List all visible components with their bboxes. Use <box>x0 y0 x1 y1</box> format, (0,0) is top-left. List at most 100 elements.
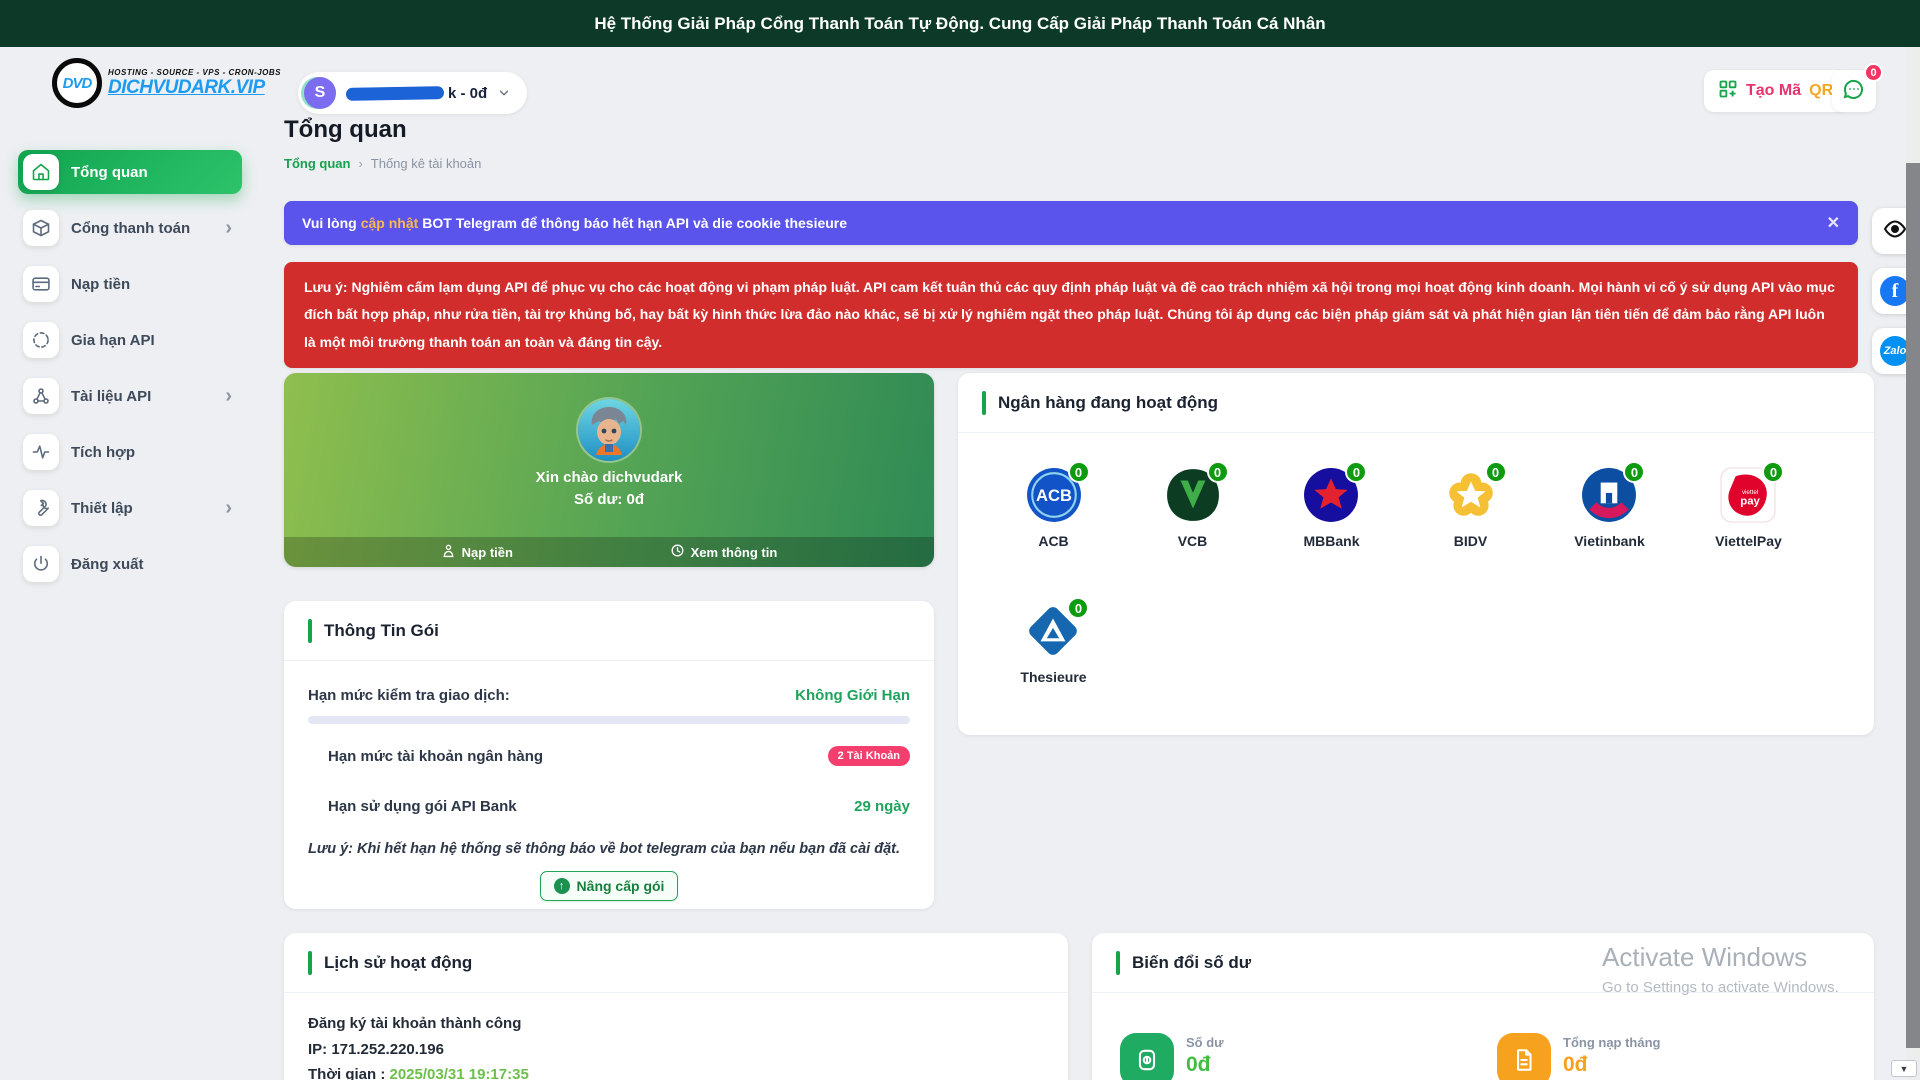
stat-label: Số dư <box>1186 1035 1224 1050</box>
sidebar-item-label: Tổng quan <box>71 164 148 181</box>
sidebar-item-gia-han-api[interactable]: Gia hạn API <box>18 318 242 362</box>
stat-monthly-deposit: Tổng nạp tháng 0đ <box>1497 1033 1874 1080</box>
bank-count-badge: 0 <box>1067 597 1089 619</box>
vcb-logo-icon <box>1165 510 1221 527</box>
sidebar-item-label: Cổng thanh toán <box>71 220 190 237</box>
bank-name: Vietinbank <box>1574 533 1645 549</box>
qr-label-1: Tạo Mã <box>1746 82 1801 100</box>
limit-check-value: Không Giới Hạn <box>795 687 910 704</box>
announcement-text: Hệ Thống Giải Pháp Cổng Thanh Toán Tự Độ… <box>594 14 1325 34</box>
telegram-alert: Vui lòng cập nhật BOT Telegram để thông … <box>284 201 1858 245</box>
active-banks-panel: Ngân hàng đang hoạt động ACB 0 ACB 0 <box>958 373 1874 735</box>
user-avatar-image <box>578 399 640 461</box>
document-icon <box>1497 1033 1551 1080</box>
thesieure-logo-icon <box>1025 646 1081 663</box>
chat-button[interactable]: 0 <box>1832 70 1876 112</box>
sidebar-item-label: Tài liệu API <box>71 388 151 405</box>
sidebar-item-thiet-lap[interactable]: Thiết lập › <box>18 486 242 530</box>
bank-name: Thesieure <box>1020 669 1086 685</box>
home-icon <box>23 154 59 190</box>
page-title: Tổng quan <box>284 116 407 144</box>
welcome-actions: Nạp tiền Xem thông tin <box>284 537 934 567</box>
censored-username <box>346 86 444 101</box>
sidebar-item-tong-quan[interactable]: Tổng quan <box>18 150 242 194</box>
package-note: Lưu ý: Khi hết hạn hệ thống sẽ thông báo… <box>308 841 910 857</box>
breadcrumb-current: Thống kê tài khoản <box>371 156 482 171</box>
logo-tagline: HOSTING - SOURCE - VPS - CRON-JOBS <box>108 68 281 77</box>
bank-item-vietinbank[interactable]: 0 Vietinbank <box>1574 467 1645 549</box>
brand-logo[interactable]: DVD HOSTING - SOURCE - VPS - CRON-JOBS D… <box>52 58 281 108</box>
bank-count-badge: 0 <box>1345 461 1367 483</box>
bank-item-acb[interactable]: ACB 0 ACB <box>1026 467 1082 549</box>
activity-ip: IP: 171.252.220.196 <box>308 1041 1044 1058</box>
close-icon[interactable]: ✕ <box>1827 213 1840 233</box>
telegram-alert-suffix: BOT Telegram để thông báo hết hạn API và… <box>422 215 847 231</box>
power-icon <box>23 546 59 582</box>
upgrade-package-button[interactable]: ↑ Nâng cấp gói <box>540 871 679 901</box>
stat-value: 0đ <box>1563 1053 1660 1077</box>
sidebar-item-label: Nạp tiền <box>71 276 130 293</box>
sidebar-item-label: Đăng xuất <box>71 556 144 573</box>
activity-message: Đăng ký tài khoản thành công <box>308 1015 1044 1032</box>
bank-item-thesieure[interactable]: 0 Thesieure <box>1020 603 1086 685</box>
bank-item-viettelpay[interactable]: viettelpay 0 ViettelPay <box>1715 467 1782 549</box>
deposit-button[interactable]: Nạp tiền <box>441 543 513 561</box>
account-selector[interactable]: S k - 0đ <box>298 72 527 114</box>
sidebar-item-nap-tien[interactable]: Nạp tiền <box>18 262 242 306</box>
bank-name: VCB <box>1178 533 1208 549</box>
api-warning-alert: Lưu ý: Nghiêm cấm lạm dụng API để phục v… <box>284 262 1858 368</box>
welcome-balance: Số dư: 0đ <box>284 491 934 508</box>
upgrade-label: Nâng cấp gói <box>577 878 665 894</box>
bank-item-bidv[interactable]: 0 BIDV <box>1443 467 1499 549</box>
chevron-right-icon: › <box>225 218 232 238</box>
activity-entry: Đăng ký tài khoản thành công IP: 171.252… <box>284 993 1068 1080</box>
qr-icon <box>1718 79 1738 104</box>
sidebar-item-tich-hop[interactable]: Tích hợp <box>18 430 242 474</box>
scrollbar-thumb[interactable] <box>1906 163 1920 1048</box>
balance-panel-title: Biến đổi số dư <box>1132 953 1251 973</box>
telegram-alert-link[interactable]: cập nhật <box>361 215 419 231</box>
activity-history-panel: Lịch sử hoạt động Đăng ký tài khoản thàn… <box>284 933 1068 1080</box>
view-info-button[interactable]: Xem thông tin <box>670 543 778 561</box>
sidebar-item-tai-lieu-api[interactable]: Tài liệu API › <box>18 374 242 418</box>
sidebar: Tổng quan Cổng thanh toán › Nạp tiền Gia… <box>18 150 242 598</box>
create-qr-button[interactable]: Tạo Mã QR <box>1704 70 1847 112</box>
breadcrumb-home[interactable]: Tổng quan <box>284 156 350 171</box>
svg-text:pay: pay <box>1741 495 1761 507</box>
dashboard-page: Hệ Thống Giải Pháp Cổng Thanh Toán Tự Độ… <box>0 0 1920 1080</box>
balance-change-panel: Biến đổi số dư Số dư 0đ Tổng nạp tháng 0… <box>1092 933 1874 1080</box>
dashed-circle-icon <box>23 322 59 358</box>
wrench-icon <box>23 490 59 526</box>
viettelpay-logo-icon: viettelpay <box>1720 510 1776 527</box>
api-duration-label: Hạn sử dụng gói API Bank <box>308 798 517 815</box>
chat-unread-badge: 0 <box>1864 63 1883 82</box>
scroll-down-button[interactable]: ▼ <box>1891 1060 1917 1077</box>
bank-count-badge: 0 <box>1207 461 1229 483</box>
vertical-scrollbar[interactable] <box>1906 47 1920 1080</box>
breadcrumb: Tổng quan › Thống kê tài khoản <box>284 156 481 171</box>
bank-count-badge: 0 <box>1068 461 1090 483</box>
sidebar-item-dang-xuat[interactable]: Đăng xuất <box>18 542 242 586</box>
bank-item-mbbank[interactable]: 0 MBBank <box>1303 467 1359 549</box>
package-icon <box>23 210 59 246</box>
accent-bar <box>1116 951 1120 975</box>
accent-bar <box>308 951 312 975</box>
bank-grid: ACB 0 ACB 0 VCB <box>958 433 1874 685</box>
accent-bar <box>308 619 312 643</box>
logo-brand: DICHVUDARK.VIP <box>108 77 281 99</box>
bidv-logo-icon <box>1443 510 1499 527</box>
sidebar-item-label: Thiết lập <box>71 500 133 517</box>
arrow-up-circle-icon: ↑ <box>554 878 570 894</box>
sidebar-item-label: Tích hợp <box>71 444 135 461</box>
bank-item-vcb[interactable]: 0 VCB <box>1165 467 1221 549</box>
telegram-alert-prefix: Vui lòng <box>302 215 357 231</box>
sidebar-item-label: Gia hạn API <box>71 332 155 349</box>
accent-bar <box>982 391 986 415</box>
bank-count-badge: 0 <box>1485 461 1507 483</box>
sidebar-item-cong-thanh-toan[interactable]: Cổng thanh toán › <box>18 206 242 250</box>
qr-label-2: QR <box>1809 82 1833 100</box>
deposit-icon <box>441 543 456 561</box>
credit-card-icon <box>23 266 59 302</box>
stat-value: 0đ <box>1186 1053 1224 1077</box>
svg-text:ACB: ACB <box>1036 486 1072 505</box>
